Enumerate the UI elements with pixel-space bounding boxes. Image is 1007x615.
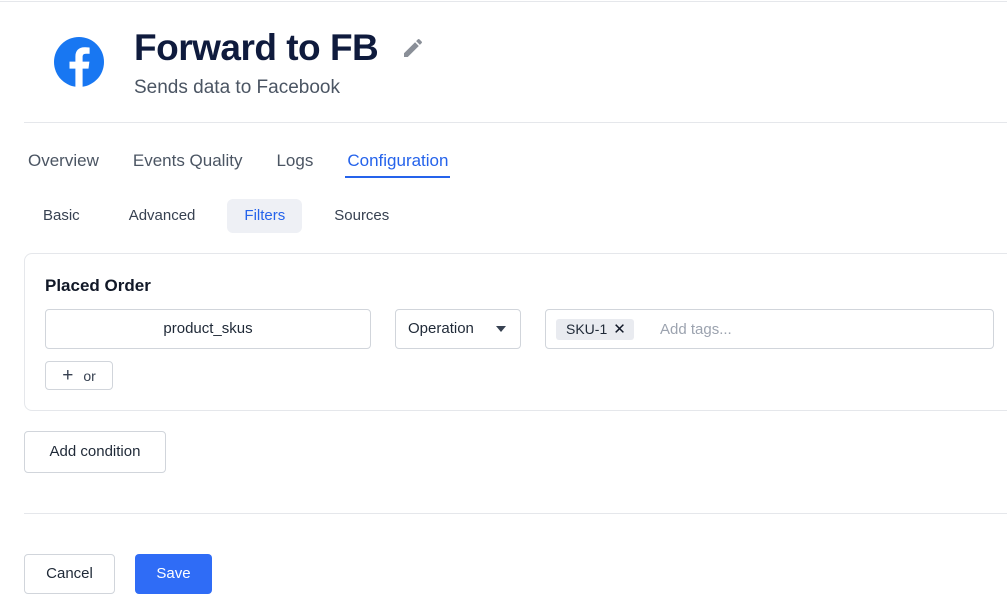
page-header: Forward to FB Sends data to Facebook [0, 0, 1007, 122]
configuration-subtabs: Basic Advanced Filters Sources [26, 199, 421, 233]
tab-configuration[interactable]: Configuration [345, 148, 451, 178]
filter-card: Placed Order product_skus Operation SKU-… [24, 253, 1007, 411]
tags-placeholder[interactable]: Add tags... [660, 321, 732, 339]
subtab-advanced[interactable]: Advanced [112, 199, 213, 233]
filter-event-title: Placed Order [45, 276, 151, 295]
tab-overview[interactable]: Overview [26, 148, 101, 178]
facebook-icon [54, 37, 104, 87]
or-label: or [83, 367, 96, 384]
tab-events-quality[interactable]: Events Quality [131, 148, 245, 178]
subtab-basic[interactable]: Basic [26, 199, 97, 233]
subtab-sources[interactable]: Sources [317, 199, 406, 233]
add-or-button[interactable]: + or [45, 361, 113, 390]
header-divider [24, 122, 1007, 123]
subtab-filters[interactable]: Filters [227, 199, 303, 233]
tag-chip: SKU-1 ✕ [556, 319, 634, 340]
operation-select[interactable]: Operation [395, 309, 521, 349]
footer-divider [24, 513, 1007, 514]
tags-input[interactable]: SKU-1 ✕ Add tags... [545, 309, 994, 349]
caret-down-icon [496, 326, 506, 332]
page-title: Forward to FB [134, 27, 379, 68]
main-tabs: Overview Events Quality Logs Configurati… [26, 148, 480, 180]
save-button[interactable]: Save [135, 554, 212, 594]
tab-logs[interactable]: Logs [274, 148, 315, 178]
cancel-button[interactable]: Cancel [24, 554, 115, 594]
property-field[interactable]: product_skus [45, 309, 371, 349]
operation-label: Operation [408, 320, 474, 337]
close-icon[interactable]: ✕ [613, 319, 626, 340]
add-condition-button[interactable]: Add condition [24, 431, 166, 473]
plus-icon: + [62, 365, 74, 386]
tag-label: SKU-1 [566, 321, 608, 337]
pencil-icon[interactable] [401, 36, 425, 60]
page-subtitle: Sends data to Facebook [134, 77, 340, 98]
